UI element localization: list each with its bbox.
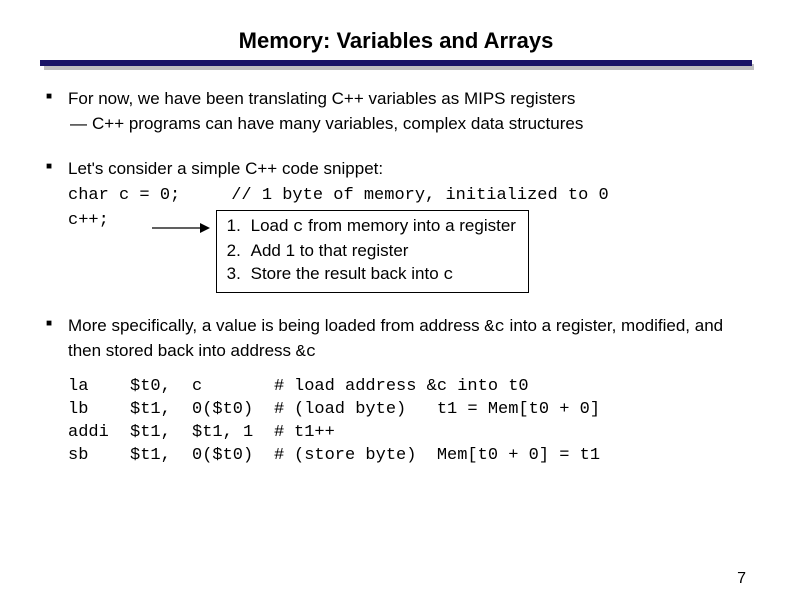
step-num: 1. xyxy=(227,215,251,240)
asm-cmt: t1++ xyxy=(294,422,335,445)
step-1: 1. Load c from memory into a register xyxy=(227,215,516,240)
asm-cmt: (store byte) Mem[t0 + 0] = t1 xyxy=(294,445,600,468)
step-code: c xyxy=(443,266,453,285)
cpp-line-2: c++; 1. Load c from memory into a regist… xyxy=(68,210,752,293)
asm-row-4: sb$t1,0($t0)#(store byte) Mem[t0 + 0] = … xyxy=(68,445,752,468)
asm-op: lb xyxy=(68,399,130,422)
asm-reg: $t1, xyxy=(130,422,192,445)
step-3: 3. Store the result back into c xyxy=(227,263,516,288)
step-post: from memory into a register xyxy=(303,216,516,235)
bullet-1a: C++ programs can have many variables, co… xyxy=(92,113,752,136)
slide-body: For now, we have been translating C++ va… xyxy=(40,88,752,468)
cpp-line-1: char c = 0; // 1 byte of memory, initial… xyxy=(68,185,752,208)
asm-op: sb xyxy=(68,445,130,468)
asm-arg: 0($t0) xyxy=(192,445,274,468)
asm-op: la xyxy=(68,376,130,399)
b3-code2: &c xyxy=(296,343,316,362)
bullet-3: More specifically, a value is being load… xyxy=(68,315,752,469)
b3-code1: &c xyxy=(484,318,504,337)
step-num: 3. xyxy=(227,263,251,288)
asm-cmt: load address &c into t0 xyxy=(294,376,529,399)
asm-row-1: la$t0,c#load address &c into t0 xyxy=(68,376,752,399)
steps-box: 1. Load c from memory into a register 2.… xyxy=(216,210,529,293)
bullet-2: Let's consider a simple C++ code snippet… xyxy=(68,158,752,293)
step-pre: Store the result back into xyxy=(251,264,444,283)
asm-reg: $t0, xyxy=(130,376,192,399)
bullet-3-text: More specifically, a value is being load… xyxy=(68,316,723,360)
bullet-2-text: Let's consider a simple C++ code snippet… xyxy=(68,159,383,178)
bullet-1: For now, we have been translating C++ va… xyxy=(68,88,752,136)
asm-arg: 0($t0) xyxy=(192,399,274,422)
step-num: 2. xyxy=(227,240,251,263)
asm-hash: # xyxy=(274,422,294,445)
asm-hash: # xyxy=(274,376,294,399)
bullet-1-text: For now, we have been translating C++ va… xyxy=(68,89,575,108)
step-2: 2. Add 1 to that register xyxy=(227,240,516,263)
asm-hash: # xyxy=(274,445,294,468)
asm-reg: $t1, xyxy=(130,445,192,468)
cpp-inc: c++; xyxy=(68,210,150,233)
asm-arg: c xyxy=(192,376,274,399)
asm-arg: $t1, 1 xyxy=(192,422,274,445)
slide-title: Memory: Variables and Arrays xyxy=(40,28,752,54)
asm-op: addi xyxy=(68,422,130,445)
asm-reg: $t1, xyxy=(130,399,192,422)
asm-row-3: addi$t1,$t1, 1#t1++ xyxy=(68,422,752,445)
asm-block: la$t0,c#load address &c into t0 lb$t1,0(… xyxy=(68,376,752,468)
step-code: c xyxy=(293,218,303,237)
step-pre: Load xyxy=(251,216,294,235)
asm-cmt: (load byte) t1 = Mem[t0 + 0] xyxy=(294,399,600,422)
asm-hash: # xyxy=(274,399,294,422)
step-text: Store the result back into c xyxy=(251,263,454,288)
step-text: Add 1 to that register xyxy=(251,240,409,263)
title-rule xyxy=(40,60,752,70)
asm-row-2: lb$t1,0($t0)#(load byte) t1 = Mem[t0 + 0… xyxy=(68,399,752,422)
page-number: 7 xyxy=(737,570,746,588)
cpp-snippet: char c = 0; // 1 byte of memory, initial… xyxy=(68,185,752,293)
arrow-icon xyxy=(150,220,210,236)
b3-pre: More specifically, a value is being load… xyxy=(68,316,484,335)
step-text: Load c from memory into a register xyxy=(251,215,516,240)
